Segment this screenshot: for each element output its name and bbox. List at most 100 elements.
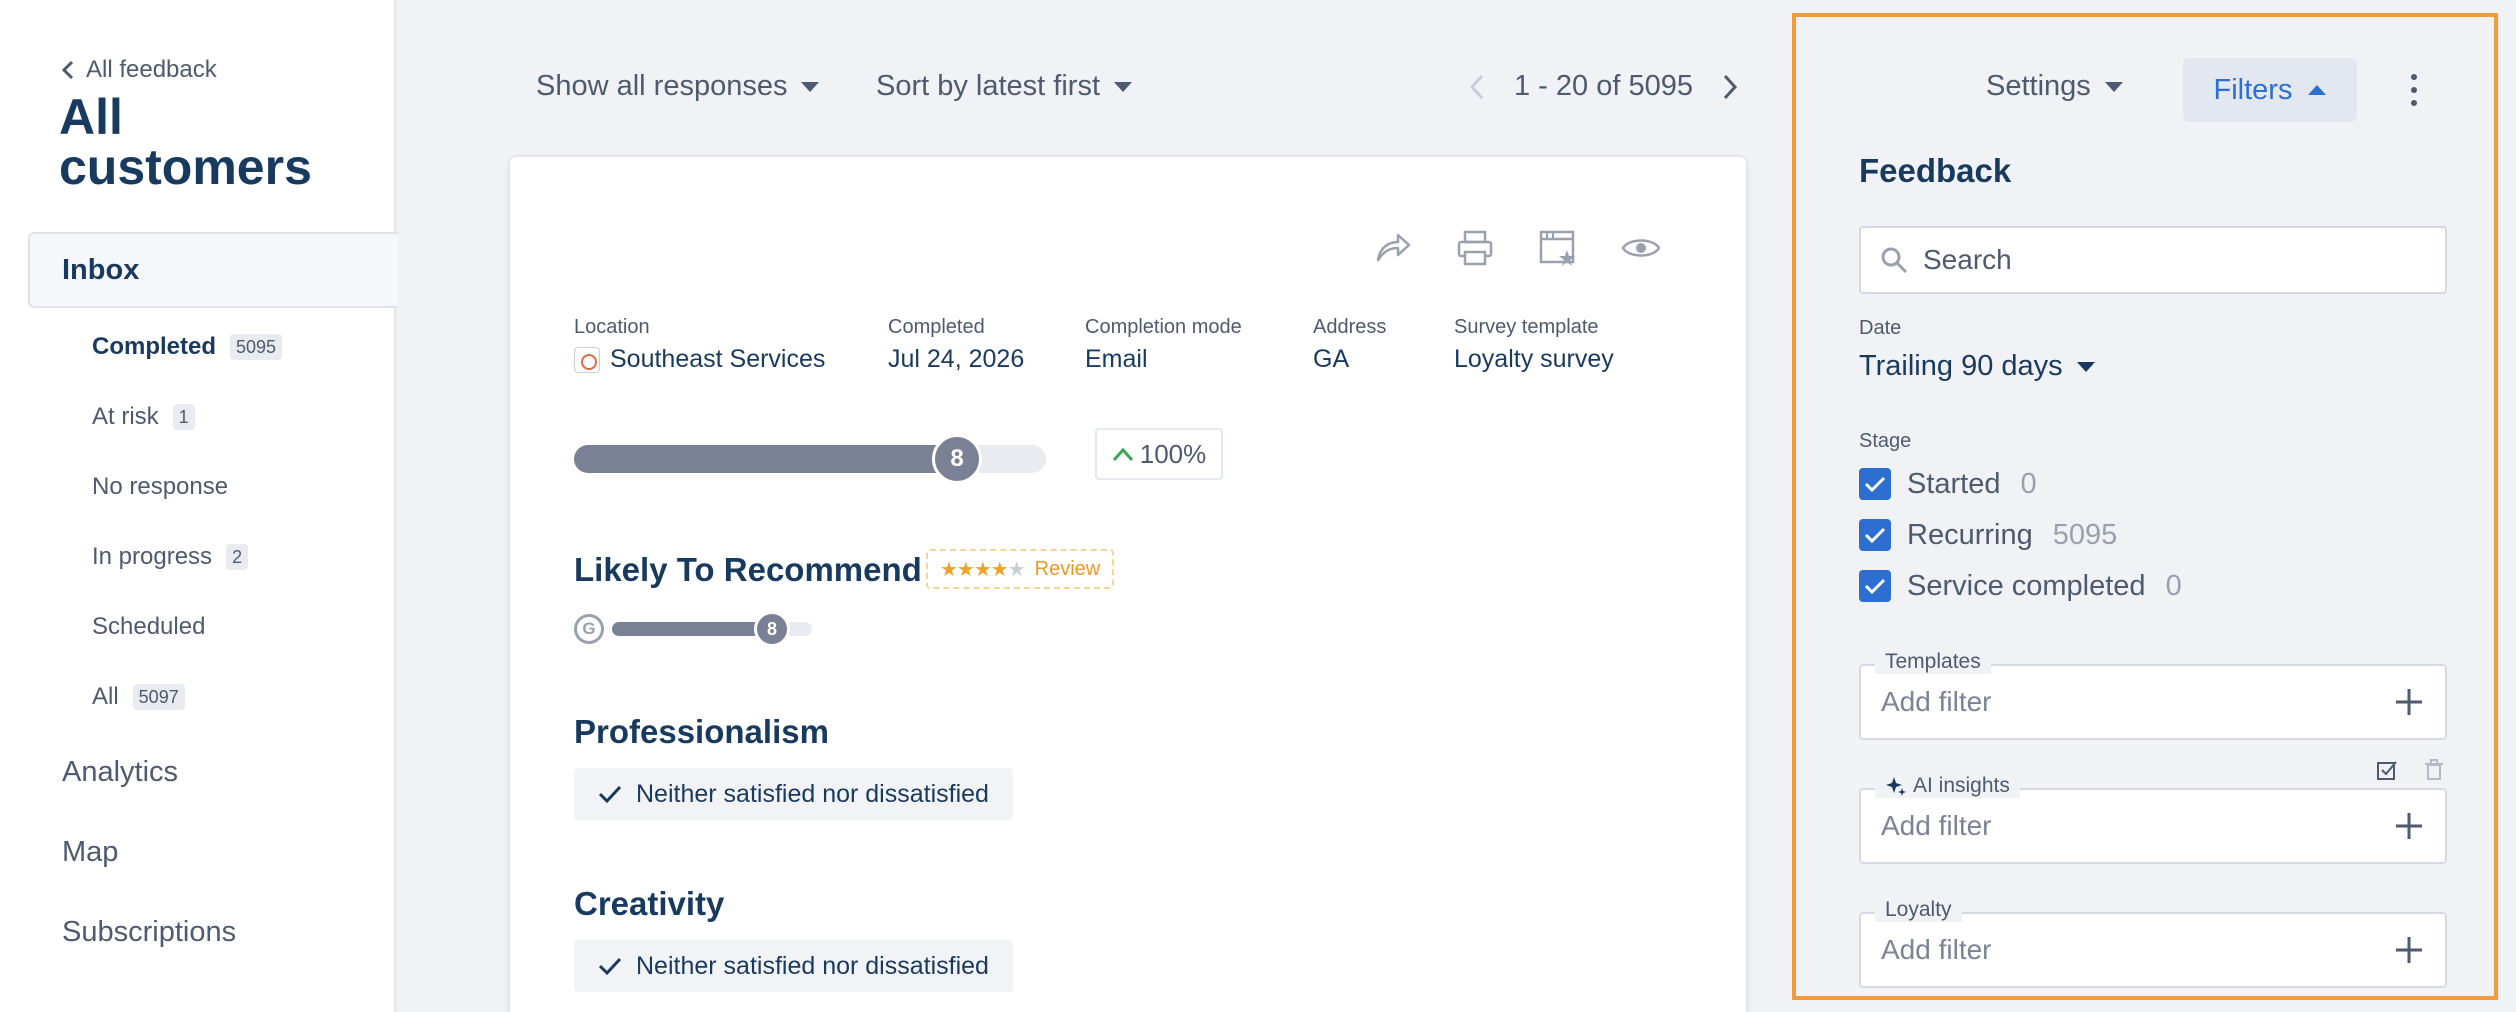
answer-pill: Neither satisfied nor dissatisfied (574, 940, 1013, 992)
plus-icon[interactable] (2393, 810, 2425, 842)
caret-down-icon (2076, 361, 2095, 372)
date-range-dropdown[interactable]: Trailing 90 days (1859, 350, 2095, 383)
date-label: Date (1859, 317, 1902, 339)
subitem-label: No response (92, 473, 229, 500)
stage-checkbox-started[interactable]: Started 0 (1859, 466, 2037, 502)
add-filter-placeholder: Add filter (1881, 934, 1992, 965)
meta-label: Completion mode (1085, 316, 1242, 338)
chevron-left-icon (61, 60, 74, 80)
review-badge[interactable]: ★★★★★ Review (926, 549, 1115, 589)
chevron-left-icon[interactable] (1468, 73, 1486, 101)
google-icon: G (574, 614, 604, 644)
subitem-label: Scheduled (92, 613, 206, 640)
trash-icon[interactable] (2422, 758, 2446, 782)
filter-legend: Templates (1875, 650, 1991, 674)
sidebar-item-analytics[interactable]: Analytics (62, 756, 178, 789)
filter-legend-text: Loyalty (1885, 898, 1952, 921)
meta-value: Jul 24, 2026 (888, 345, 1025, 373)
meta-value: Southeast Services (610, 345, 826, 373)
question-title: Creativity (574, 885, 725, 922)
ai-insights-filter[interactable]: AI insights Add filter (1859, 774, 2447, 864)
sidebar-subitem-completed[interactable]: Completed 5095 (92, 327, 283, 367)
edit-check-icon[interactable] (2375, 758, 2399, 782)
sidebar-item-subscriptions[interactable]: Subscriptions (62, 916, 236, 949)
sidebar-subitem-all[interactable]: All 5097 (92, 677, 185, 717)
sparkle-icon (1886, 777, 1906, 796)
settings-dropdown[interactable]: Settings (1986, 70, 2123, 103)
settings-label: Settings (1986, 70, 2091, 102)
subitem-label: All (92, 683, 119, 710)
loyalty-filter[interactable]: Loyalty Add filter (1859, 898, 2447, 988)
meta-value: GA (1313, 345, 1350, 373)
slider-thumb: 8 (754, 611, 790, 647)
sort-dropdown[interactable]: Sort by latest first (876, 70, 1133, 103)
meta-label: Location (574, 316, 650, 338)
plus-icon[interactable] (2393, 934, 2425, 966)
checkbox-checked-icon[interactable] (1859, 468, 1891, 500)
question-title: Professionalism (574, 713, 829, 750)
stage-checkbox-service-completed[interactable]: Service completed 0 (1859, 568, 2182, 604)
meta-completed: Completed Jul 24, 2026 (888, 316, 1024, 374)
meta-completion-mode: Completion mode Email (1085, 316, 1242, 374)
template-star-icon[interactable] (1536, 226, 1580, 270)
caret-down-icon (2104, 81, 2123, 92)
filters-toggle-button[interactable]: Filters (2183, 58, 2357, 122)
slider-fill (574, 445, 960, 473)
search-field[interactable] (1859, 226, 2447, 294)
sidebar-subitem-in-progress[interactable]: In progress 2 (92, 537, 249, 577)
filter-legend: Loyalty (1875, 898, 1962, 922)
date-value: Trailing 90 days (1859, 350, 2063, 382)
sidebar-subitem-scheduled[interactable]: Scheduled (92, 607, 205, 647)
plus-icon[interactable] (2393, 686, 2425, 718)
all-feedback-back-link[interactable]: All feedback (60, 56, 217, 84)
meta-value-wrap: Southeast Services (574, 345, 825, 374)
print-icon[interactable] (1453, 226, 1497, 270)
caret-down-icon (801, 81, 820, 92)
more-options-icon[interactable] (2404, 70, 2424, 110)
page-title: All customers (59, 89, 312, 195)
meta-label: Completed (888, 316, 985, 338)
answer-text: Neither satisfied nor dissatisfied (636, 951, 989, 980)
meta-label: Address (1313, 316, 1387, 338)
stage-label-text: Started (1907, 467, 2001, 500)
filter-legend-text: AI insights (1913, 774, 2010, 797)
dropdown-label: Show all responses (536, 70, 788, 102)
stage-count: 5095 (2052, 518, 2118, 551)
caret-down-icon (1114, 81, 1133, 92)
add-filter-placeholder: Add filter (1881, 810, 1992, 841)
share-icon[interactable] (1370, 226, 1414, 270)
pager-range: 1 - 20 of 5095 (1514, 70, 1693, 102)
search-input[interactable] (1923, 244, 2423, 276)
count-badge: 2 (226, 544, 249, 570)
stage-checkbox-recurring[interactable]: Recurring 5095 (1859, 517, 2117, 553)
percent-change-value: 100% (1139, 438, 1207, 469)
check-icon (598, 785, 622, 804)
sidebar-subitem-no-response[interactable]: No response (92, 467, 228, 507)
checkbox-checked-icon[interactable] (1859, 519, 1891, 551)
chevron-right-icon[interactable] (1721, 73, 1739, 101)
search-icon (1881, 247, 1908, 274)
add-filter-placeholder: Add filter (1881, 686, 1992, 717)
templates-filter[interactable]: Templates Add filter (1859, 650, 2447, 740)
filter-legend-text: Templates (1885, 650, 1981, 673)
percent-change-badge: 100% (1095, 428, 1223, 480)
back-link-label: All feedback (86, 56, 217, 83)
meta-survey-template: Survey template Loyalty survey (1454, 316, 1614, 374)
stage-label-text: Recurring (1907, 518, 2033, 551)
show-responses-dropdown[interactable]: Show all responses (536, 70, 820, 103)
checkbox-checked-icon[interactable] (1859, 570, 1891, 602)
subitem-label: At risk (92, 403, 159, 430)
pagination: 1 - 20 of 5095 (1468, 70, 1739, 103)
slider-thumb: 8 (932, 434, 982, 484)
location-icon (574, 346, 600, 373)
count-badge: 1 (172, 404, 195, 430)
meta-address: Address GA (1313, 316, 1386, 374)
count-badge: 5097 (132, 684, 185, 710)
sidebar-item-map[interactable]: Map (62, 836, 118, 869)
filters-label: Filters (2213, 73, 2293, 106)
sidebar-subitem-at-risk[interactable]: At risk 1 (92, 397, 195, 437)
sidebar-item-inbox[interactable]: Inbox (28, 232, 398, 308)
eye-icon[interactable] (1619, 226, 1663, 270)
answer-text: Neither satisfied nor dissatisfied (636, 779, 989, 808)
overall-score-slider: 8 (574, 434, 1046, 484)
